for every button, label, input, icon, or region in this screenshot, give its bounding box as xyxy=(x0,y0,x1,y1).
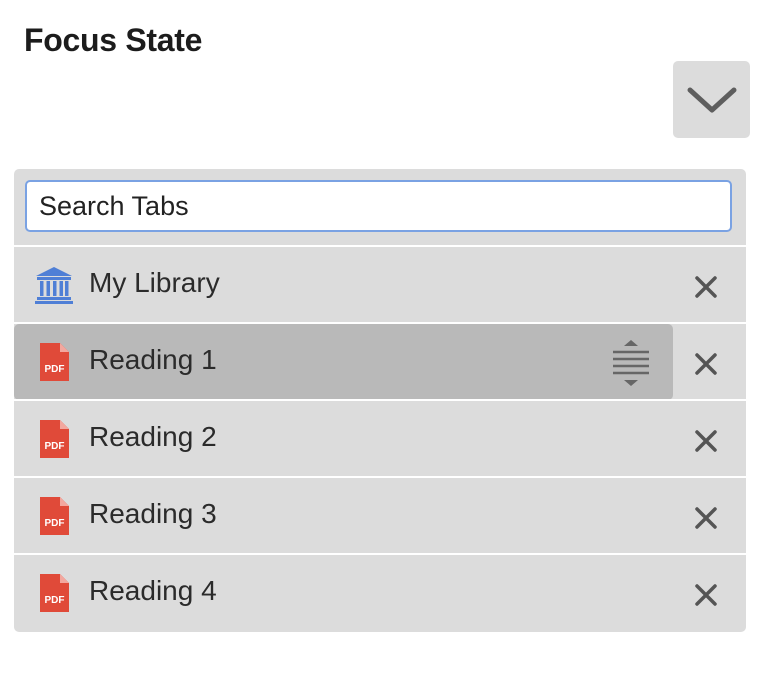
close-tab-button[interactable] xyxy=(688,346,724,382)
svg-text:PDF: PDF xyxy=(45,441,65,452)
tab-item: PDF Reading 3 xyxy=(14,478,746,554)
tab-item: PDF Reading 4 xyxy=(14,555,746,631)
svg-text:PDF: PDF xyxy=(45,518,65,529)
page-title: Focus State xyxy=(24,22,203,58)
close-tab-button[interactable] xyxy=(688,577,724,613)
pdf-icon: PDF xyxy=(40,574,69,612)
tab-my-library[interactable]: My Library xyxy=(14,247,673,323)
tab-item: PDF Reading 1 xyxy=(14,324,746,400)
tab-item: PDF Reading 2 xyxy=(14,401,746,477)
close-tab-button[interactable] xyxy=(688,423,724,459)
search-area xyxy=(14,169,746,245)
tab-reading-1[interactable]: PDF Reading 1 xyxy=(14,324,673,400)
close-icon xyxy=(695,353,717,375)
pdf-icon: PDF xyxy=(40,497,69,535)
pdf-icon: PDF xyxy=(40,420,69,458)
tab-label: Reading 2 xyxy=(89,421,217,452)
tab-reading-3[interactable]: PDF Reading 3 xyxy=(14,478,673,554)
close-icon xyxy=(695,507,717,529)
tab-label: Reading 4 xyxy=(89,575,217,606)
library-icon xyxy=(35,267,73,304)
svg-text:PDF: PDF xyxy=(45,595,65,606)
svg-text:PDF: PDF xyxy=(45,364,65,375)
tab-label: My Library xyxy=(89,267,220,298)
tab-panel: My Library PDF Reading 1 xyxy=(14,169,746,632)
close-icon xyxy=(695,276,717,298)
page: Focus State Search Tabs My Library PDF R… xyxy=(0,0,766,690)
close-tab-button[interactable] xyxy=(688,500,724,536)
close-icon xyxy=(695,430,717,452)
tab-label: Reading 1 xyxy=(89,344,217,375)
close-tab-button[interactable] xyxy=(688,269,724,305)
tab-label: Reading 3 xyxy=(89,498,217,529)
collapse-toggle-button[interactable] xyxy=(673,61,750,138)
close-icon xyxy=(695,584,717,606)
tab-item: My Library xyxy=(14,247,746,323)
search-input[interactable] xyxy=(25,180,732,232)
chevron-down-icon xyxy=(687,87,736,112)
tab-reading-2[interactable]: PDF Reading 2 xyxy=(14,401,673,477)
pdf-icon: PDF xyxy=(40,343,69,381)
tab-reading-4[interactable]: PDF Reading 4 xyxy=(14,555,673,631)
drag-handle-icon[interactable] xyxy=(610,340,652,386)
